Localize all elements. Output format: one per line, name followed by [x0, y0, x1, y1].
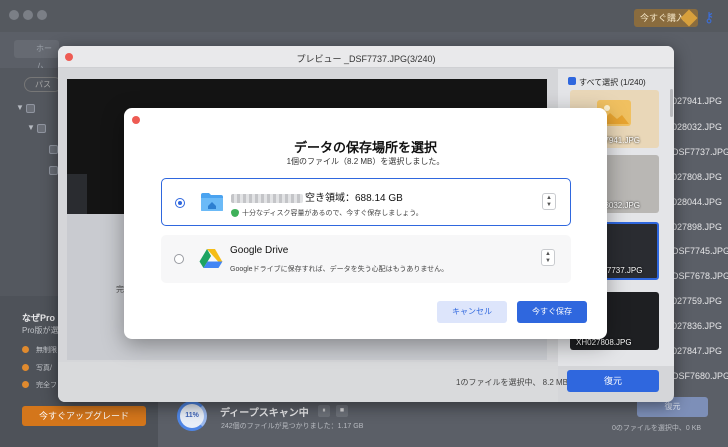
key-icon[interactable]: ⚷ — [704, 9, 714, 26]
option-description-text: 十分なディスク容量があるので、今すぐ保存しましょう。 — [242, 210, 423, 217]
option-google-drive[interactable]: Google Drive Googleドライブに保存すれば、データを失う心配はも… — [161, 235, 571, 283]
main-restore-label: 復元 — [664, 402, 681, 411]
file-list-item[interactable]: 027836.JPG — [672, 321, 722, 331]
save-now-button[interactable]: 今すぐ保存 — [517, 301, 587, 323]
scan-title: ディープスキャン中 — [220, 408, 309, 419]
file-list-item[interactable]: 027847.JPG — [672, 346, 722, 356]
scan-percent: 11% — [185, 412, 199, 419]
folder-icon — [201, 193, 223, 211]
file-list-item[interactable]: 027808.JPG — [672, 172, 722, 182]
option-local-disk[interactable]: 空き領域：688.14 GB 十分なディスク容量があるので、今すぐ保存しましょう… — [161, 178, 571, 226]
file-list-item[interactable]: 028044.JPG — [672, 197, 722, 207]
preview-titlebar: プレビュー _DSF7737.JPG(3/240) — [58, 46, 674, 68]
app-titlebar — [0, 0, 728, 32]
file-list-item[interactable]: DSF7745.JPG — [672, 246, 728, 256]
file-list-item[interactable]: 027759.JPG — [672, 296, 722, 306]
chevron-down-icon[interactable]: ▼ — [16, 103, 24, 112]
tree-checkbox[interactable] — [49, 166, 58, 175]
thumbnail-caption: F7737.JPG — [602, 266, 643, 275]
save-now-button-label: 今すぐ保存 — [532, 307, 572, 316]
disk-select-stepper[interactable]: ▲ ▼ — [542, 193, 556, 210]
upsell-item: 無制限 — [22, 345, 57, 355]
path-tab[interactable]: パス — [24, 77, 62, 92]
save-location-dialog: データの保存場所を選択 1個のファイル（8.2 MB）を選択しました。 空き領域… — [124, 108, 607, 339]
home-nav-label: ホーム — [36, 44, 52, 71]
pause-icon: ⏸ — [322, 407, 326, 414]
shield-check-icon — [231, 209, 239, 218]
upsell-item: 写真/ — [22, 363, 52, 373]
option-description: 十分なディスク容量があるので、今すぐ保存しましょう。 — [231, 208, 423, 218]
chevron-down-icon[interactable]: ▼ — [27, 123, 35, 132]
file-list-item[interactable]: 027898.JPG — [672, 222, 722, 232]
radio-selected[interactable] — [175, 198, 185, 208]
drive-select-stepper[interactable]: ▲ ▼ — [541, 249, 555, 266]
google-drive-icon — [199, 249, 223, 268]
cancel-button[interactable]: キャンセル — [437, 301, 507, 323]
dialog-subtitle: 1個のファイル（8.2 MB）を選択しました。 — [286, 157, 445, 166]
buy-now-button[interactable]: 今すぐ購入 — [634, 9, 698, 27]
scan-found-text: 242個のファイルが見つかりました：1.17 GB — [221, 423, 364, 430]
close-icon[interactable] — [132, 116, 140, 124]
file-list-item[interactable]: DSF7678.JPG — [672, 271, 728, 281]
redacted-drive-name — [231, 193, 303, 203]
window-zoom-dot[interactable] — [37, 10, 47, 20]
cancel-button-label: キャンセル — [452, 307, 492, 316]
option-title: 空き領域：688.14 GB — [231, 189, 403, 204]
preview-ghost-text: 完 — [116, 285, 124, 294]
file-list-item[interactable]: 027941.JPG — [672, 96, 722, 106]
option-title: Google Drive — [230, 245, 289, 256]
stop-icon: ■ — [339, 407, 345, 414]
file-list-item[interactable]: DSF7737.JPG — [672, 147, 728, 157]
pause-button[interactable]: ⏸ — [318, 405, 330, 417]
buy-now-label: 今すぐ購入 — [640, 13, 686, 23]
tree-checkbox[interactable] — [49, 145, 58, 154]
main-selection-status: 0のファイルを選択中、0 KB — [612, 425, 702, 432]
select-all-label: すべて選択 (1/240) — [579, 78, 646, 87]
thumbnail-scrollbar[interactable] — [670, 89, 673, 117]
upsell-subtitle: Pro版が選 — [22, 326, 59, 335]
file-list-item[interactable]: 028032.JPG — [672, 122, 722, 132]
path-tab-label: パス — [35, 80, 51, 89]
selection-count: 1のファイルを選択中、 8.2 MB — [456, 378, 569, 387]
upgrade-button[interactable]: 今すぐアップグレード — [22, 406, 146, 426]
restore-button-label: 復元 — [603, 376, 622, 386]
tree-checkbox[interactable] — [37, 124, 46, 133]
window-minimize-dot[interactable] — [23, 10, 33, 20]
preview-title: プレビュー _DSF7737.JPG(3/240) — [296, 54, 436, 64]
tree-checkbox[interactable] — [26, 104, 35, 113]
thumbnail-caption: XH027808.JPG — [576, 338, 632, 347]
free-space-label: 空き領域：688.14 GB — [305, 193, 403, 204]
upsell-title: なぜPro — [22, 313, 56, 323]
window-close-dot[interactable] — [9, 10, 19, 20]
upsell-item: 完全フ — [22, 380, 57, 390]
scan-progress-ring: 11% — [177, 401, 207, 431]
upgrade-button-label: 今すぐアップグレード — [38, 411, 129, 421]
home-nav-button[interactable]: ホーム — [14, 40, 59, 71]
file-list-item[interactable]: DSF7680.JPG — [672, 371, 728, 381]
radio-unselected[interactable] — [174, 254, 184, 264]
stop-button[interactable]: ■ — [336, 405, 348, 417]
select-all-checkbox[interactable]: すべて選択 (1/240) — [568, 77, 646, 88]
dialog-title: データの保存場所を選択 — [293, 140, 437, 155]
option-description: Googleドライブに保存すれば、データを失う心配はもうありません。 — [230, 266, 449, 273]
restore-button[interactable]: 復元 — [567, 370, 659, 392]
